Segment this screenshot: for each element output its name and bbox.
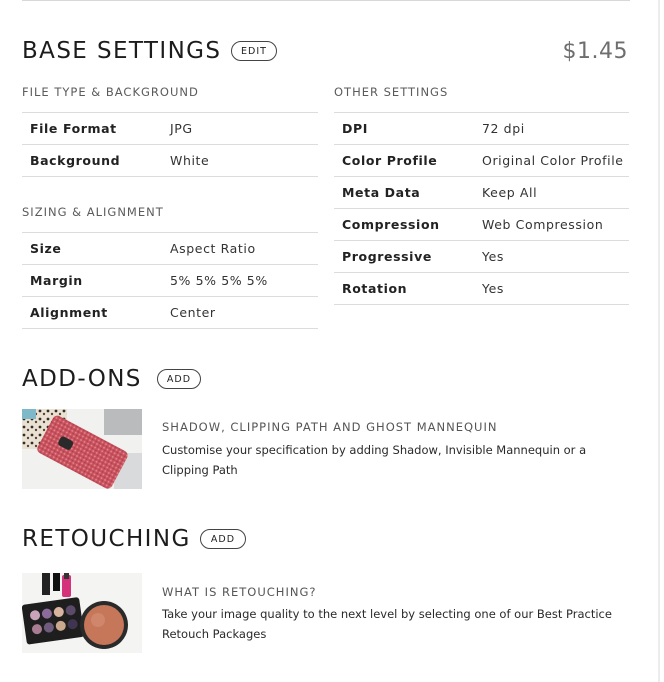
table-row: Color Profile Original Color Profile (334, 145, 629, 177)
setting-value: Keep All (482, 185, 538, 200)
retouching-product-image[interactable] (22, 573, 142, 653)
addon-product-image[interactable] (22, 409, 142, 489)
setting-value: Center (170, 305, 216, 320)
table-row: File Format JPG (22, 113, 318, 145)
setting-value: Web Compression (482, 217, 604, 232)
other-settings-heading: OTHER SETTINGS (334, 85, 449, 99)
price: $1.45 (562, 39, 628, 64)
table-row: Compression Web Compression (334, 209, 629, 241)
add-ons-title: ADD-ONS (22, 366, 142, 392)
setting-label: Size (30, 241, 62, 256)
table-row: DPI 72 dpi (334, 113, 629, 145)
knit-bag-illustration (22, 409, 142, 489)
setting-value: 5% 5% 5% 5% (170, 273, 268, 288)
setting-label: Rotation (342, 281, 408, 296)
sizing-heading: SIZING & ALIGNMENT (22, 205, 164, 219)
table-row: Progressive Yes (334, 241, 629, 273)
setting-value: Aspect Ratio (170, 241, 256, 256)
setting-label: Meta Data (342, 185, 421, 200)
setting-label: Margin (30, 273, 83, 288)
addon-item-title[interactable]: SHADOW, CLIPPING PATH AND GHOST MANNEQUI… (162, 420, 497, 434)
table-row: Background White (22, 145, 318, 177)
setting-value: 72 dpi (482, 121, 525, 136)
table-row: Rotation Yes (334, 273, 629, 305)
table-row: Size Aspect Ratio (22, 233, 318, 265)
setting-label: File Format (30, 121, 117, 136)
base-settings-title: BASE SETTINGS (22, 38, 222, 64)
table-row: Alignment Center (22, 297, 318, 329)
setting-label: Background (30, 153, 121, 168)
setting-value: Yes (482, 249, 504, 264)
setting-label: Color Profile (342, 153, 438, 168)
retouching-item-title[interactable]: WHAT IS RETOUCHING? (162, 585, 316, 599)
setting-label: Alignment (30, 305, 108, 320)
table-row: Meta Data Keep All (334, 177, 629, 209)
setting-label: Progressive (342, 249, 432, 264)
cosmetics-illustration (22, 573, 142, 653)
retouching-title: RETOUCHING (22, 526, 191, 552)
setting-value: Yes (482, 281, 504, 296)
add-ons-add-button[interactable]: ADD (157, 369, 201, 389)
retouching-add-button[interactable]: ADD (200, 529, 246, 549)
setting-value: White (170, 153, 210, 168)
edit-button[interactable]: EDIT (231, 41, 277, 61)
scrollbar-track[interactable] (658, 0, 660, 682)
setting-label: Compression (342, 217, 440, 232)
sizing-table: Size Aspect Ratio Margin 5% 5% 5% 5% Ali… (22, 232, 318, 329)
file-type-heading: FILE TYPE & BACKGROUND (22, 85, 199, 99)
top-divider (22, 0, 630, 1)
setting-label: DPI (342, 121, 368, 136)
file-type-table: File Format JPG Background White (22, 112, 318, 177)
setting-value: Original Color Profile (482, 153, 624, 168)
table-row: Margin 5% 5% 5% 5% (22, 265, 318, 297)
other-settings-table: DPI 72 dpi Color Profile Original Color … (334, 112, 629, 305)
retouching-item-description: Take your image quality to the next leve… (162, 607, 612, 641)
setting-value: JPG (170, 121, 193, 136)
addon-item-description: Customise your specification by adding S… (162, 443, 587, 477)
